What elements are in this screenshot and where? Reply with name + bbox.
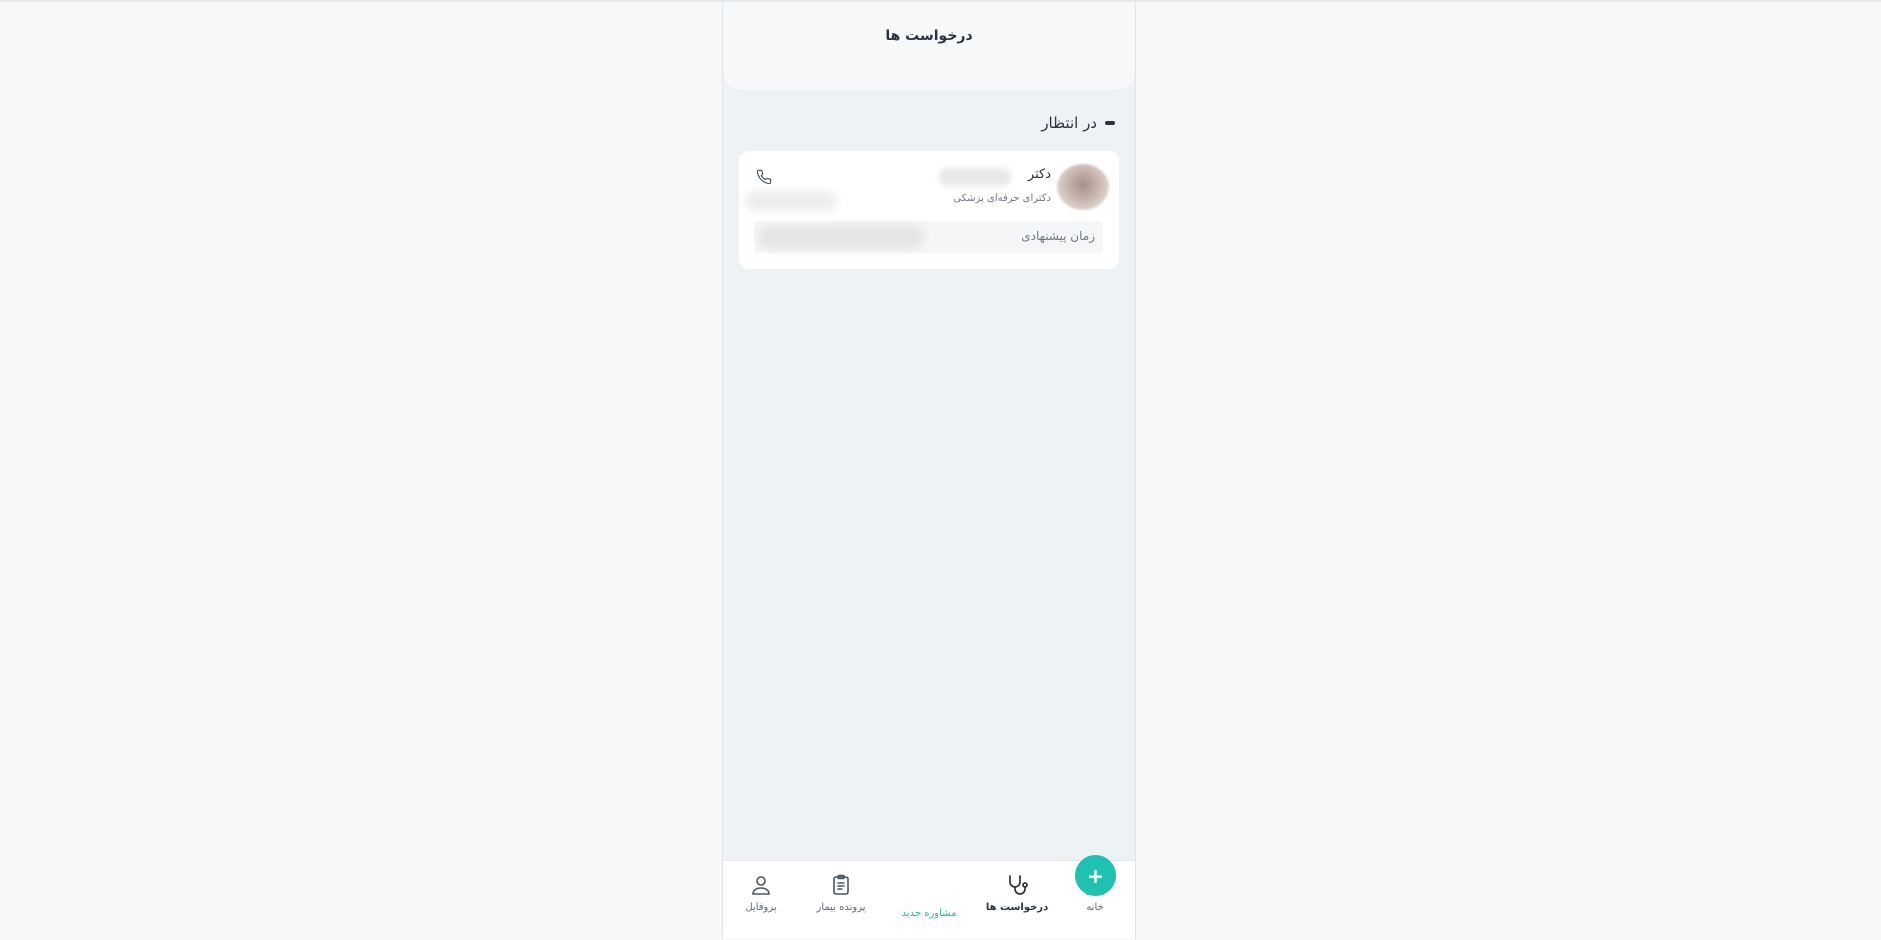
nav-item-patient-file[interactable]: پرونده بیمار bbox=[801, 861, 881, 940]
suggested-time-row: زمان پیشنهادی bbox=[754, 221, 1103, 253]
request-card[interactable]: دکتر دکترای حرفه‌ای پزشکی زمان پیشنهادی bbox=[739, 151, 1119, 269]
phone-number-redacted bbox=[745, 191, 837, 211]
nav-item-requests[interactable]: درخواست ها bbox=[977, 861, 1057, 940]
nav-label-new-consultation: مشاوره جدید bbox=[901, 908, 957, 919]
nav-item-new-consultation[interactable]: + مشاوره جدید bbox=[889, 855, 1116, 940]
app-frame: درخواست ها در انتظار دکتر دکترای حرفه‌ای… bbox=[722, 2, 1136, 939]
doctor-avatar bbox=[1057, 164, 1109, 210]
doctor-prefix: دکتر bbox=[1027, 167, 1051, 182]
section-bar-icon bbox=[1105, 121, 1115, 125]
nav-label-patient-file: پرونده بیمار bbox=[816, 902, 866, 913]
suggested-time-label: زمان پیشنهادی bbox=[1021, 229, 1095, 243]
phone-icon[interactable] bbox=[754, 167, 774, 187]
section-title: در انتظار bbox=[1041, 114, 1097, 132]
doctor-degree: دکترای حرفه‌ای پزشکی bbox=[953, 193, 1051, 204]
page-title: درخواست ها bbox=[885, 28, 973, 44]
section-pending-header: در انتظار bbox=[1041, 114, 1115, 132]
plus-icon[interactable]: + bbox=[1075, 855, 1116, 896]
stethoscope-icon bbox=[1005, 870, 1029, 900]
app-header: درخواست ها bbox=[723, 2, 1135, 90]
bottom-navigation: خانه درخواست ها + مشاوره جدید پرونده بیم… bbox=[721, 855, 1135, 940]
nav-label-home: خانه bbox=[1086, 902, 1104, 913]
user-icon bbox=[749, 870, 773, 900]
doctor-name-redacted bbox=[939, 168, 1011, 186]
nav-label-profile: پروفایل bbox=[745, 902, 777, 913]
nav-label-requests: درخواست ها bbox=[985, 902, 1049, 913]
suggested-time-value-redacted bbox=[758, 225, 924, 249]
nav-item-profile[interactable]: پروفایل bbox=[721, 861, 801, 940]
clipboard-icon bbox=[829, 870, 853, 900]
